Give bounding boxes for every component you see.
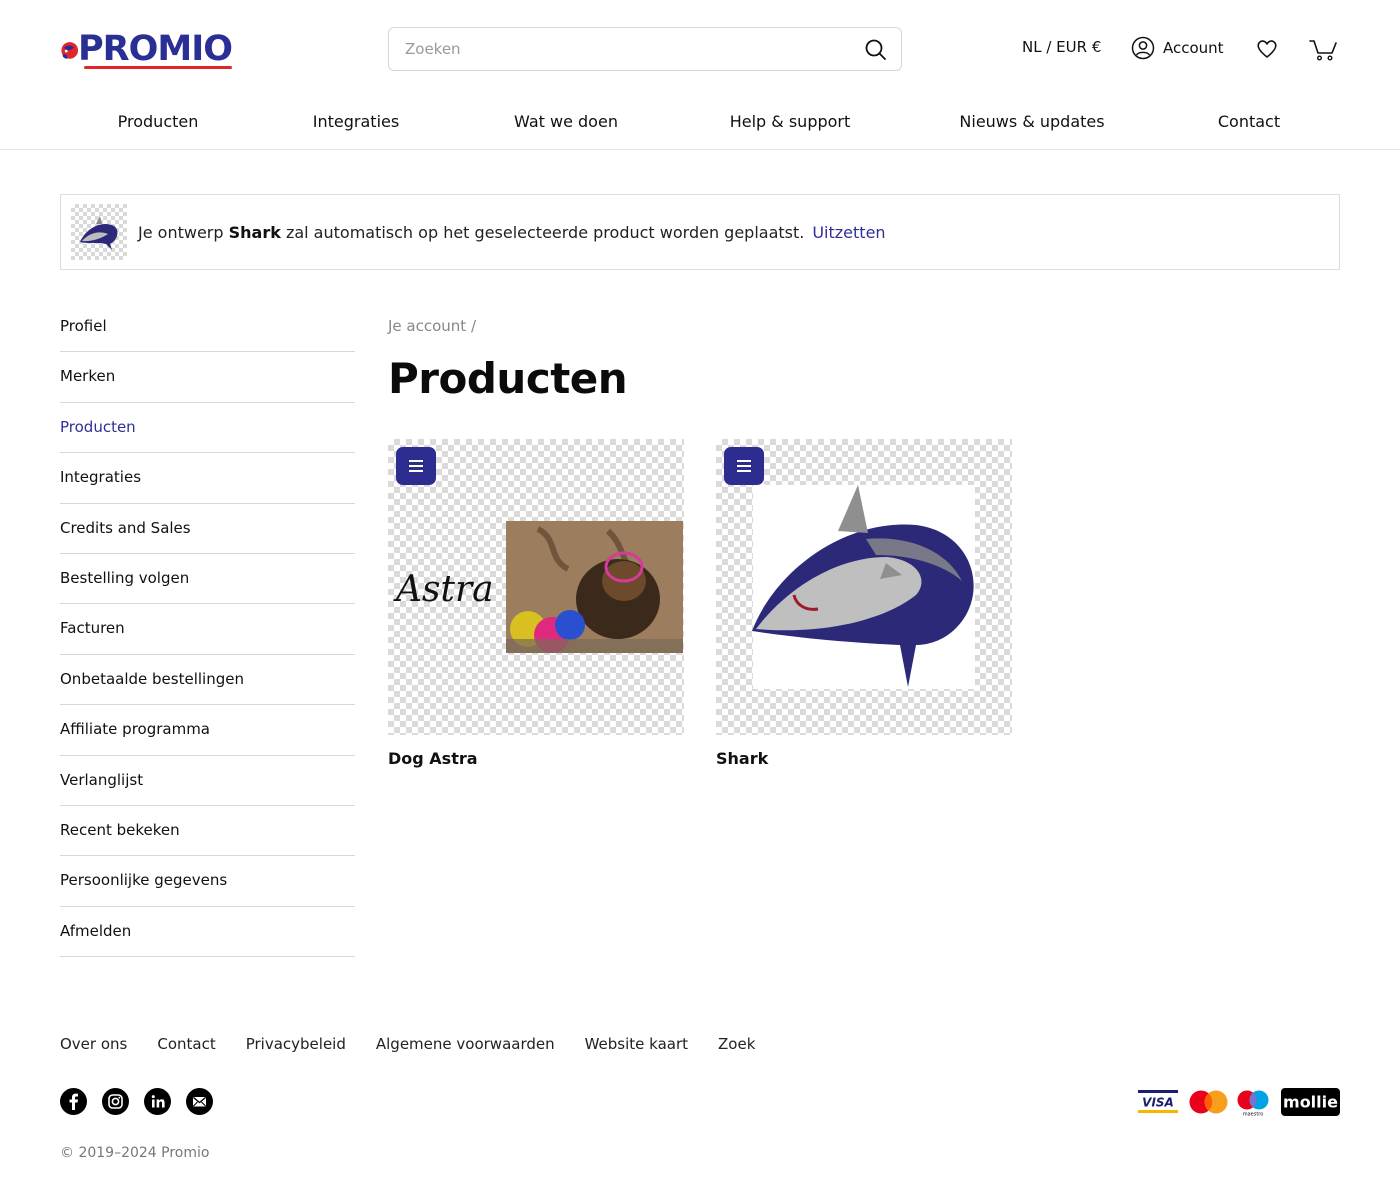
product-title[interactable]: Dog Astra: [388, 749, 684, 768]
nav-nieuws-updates[interactable]: Nieuws & updates: [959, 112, 1104, 131]
menu-icon: [737, 460, 751, 472]
menu-icon: [409, 460, 423, 472]
footer-link-zoek[interactable]: Zoek: [718, 1035, 755, 1053]
account-label: Account: [1163, 39, 1224, 57]
mollie-icon: mollie: [1281, 1088, 1340, 1116]
product-menu-button[interactable]: [396, 447, 436, 485]
sidebar-item-merken[interactable]: Merken: [60, 352, 355, 403]
heart-icon[interactable]: [1254, 36, 1280, 62]
maestro-icon: maestro: [1237, 1090, 1269, 1117]
cart-icon[interactable]: [1308, 35, 1338, 63]
footer-link-algemene-voorwaarden[interactable]: Algemene voorwaarden: [376, 1035, 555, 1053]
social-links: [60, 1088, 213, 1115]
email-icon[interactable]: [186, 1088, 213, 1115]
footer-link-contact[interactable]: Contact: [157, 1035, 215, 1053]
breadcrumb: Je account /: [388, 317, 476, 335]
instagram-icon[interactable]: [102, 1088, 129, 1115]
breadcrumb-separator: /: [470, 317, 477, 335]
footer-link-website-kaart[interactable]: Website kaart: [585, 1035, 688, 1053]
main-navigation: Producten Integraties Wat we doen Help &…: [0, 100, 1400, 150]
sidebar-item-persoonlijke-gegevens[interactable]: Persoonlijke gegevens: [60, 856, 355, 907]
sidebar-item-producten[interactable]: Producten: [60, 403, 355, 454]
product-image-dog-astra: Astra: [388, 439, 684, 735]
locale-currency-selector[interactable]: NL / EUR €: [1022, 38, 1101, 56]
notice-design-name: Shark: [228, 222, 281, 242]
design-placement-notice: Je ontwerp Shark zal automatisch op het …: [60, 194, 1340, 270]
payment-methods: VISA maestro mollie: [1138, 1088, 1340, 1117]
sidebar-item-profiel[interactable]: Profiel: [60, 302, 355, 353]
logo-text: PROMIO: [78, 29, 233, 69]
product-title[interactable]: Shark: [716, 749, 1012, 768]
sidebar-item-recent-bekeken[interactable]: Recent bekeken: [60, 806, 355, 857]
search-icon[interactable]: [863, 37, 889, 63]
svg-text:mollie: mollie: [1283, 1093, 1338, 1112]
sidebar-item-facturen[interactable]: Facturen: [60, 604, 355, 655]
promio-logo[interactable]: PROMIO: [60, 28, 233, 70]
nav-help-support[interactable]: Help & support: [730, 112, 851, 131]
turn-off-link[interactable]: Uitzetten: [812, 223, 885, 242]
sidebar-item-affiliate-programma[interactable]: Affiliate programma: [60, 705, 355, 756]
footer-links: Over ons Contact Privacybeleid Algemene …: [60, 1035, 785, 1053]
user-icon: [1131, 36, 1155, 60]
svg-text:VISA: VISA: [1142, 1096, 1174, 1110]
nav-producten[interactable]: Producten: [118, 112, 199, 131]
sidebar-item-credits-and-sales[interactable]: Credits and Sales: [60, 504, 355, 554]
breadcrumb-account-link[interactable]: Je account: [388, 317, 466, 335]
product-menu-button[interactable]: [724, 447, 764, 485]
linkedin-icon[interactable]: [144, 1088, 171, 1115]
design-thumbnail: [71, 204, 127, 260]
search-box: [388, 27, 902, 71]
footer-link-privacybeleid[interactable]: Privacybeleid: [246, 1035, 346, 1053]
logo-globe-icon: [61, 42, 79, 59]
page-title: Producten: [388, 354, 628, 403]
copyright: © 2019–2024 Promio: [60, 1145, 210, 1161]
facebook-icon[interactable]: [60, 1088, 87, 1115]
nav-contact[interactable]: Contact: [1218, 112, 1280, 131]
account-link[interactable]: Account: [1131, 36, 1224, 60]
sidebar-item-onbetaalde-bestellingen[interactable]: Onbetaalde bestellingen: [60, 655, 355, 706]
visa-icon: VISA: [1138, 1089, 1178, 1114]
account-sidebar: Profiel Merken Producten Integraties Cre…: [60, 302, 355, 958]
footer-link-over-ons[interactable]: Over ons: [60, 1035, 127, 1053]
product-card-shark[interactable]: Shark: [716, 439, 1012, 768]
astra-script-text: Astra: [393, 569, 494, 610]
nav-wat-we-doen[interactable]: Wat we doen: [514, 112, 618, 131]
sidebar-item-afmelden[interactable]: Afmelden: [60, 907, 355, 958]
sidebar-item-integraties[interactable]: Integraties: [60, 453, 355, 504]
shark-thumbnail-image: [80, 216, 118, 250]
product-image-shark: [716, 439, 1012, 735]
notice-message: Je ontwerp Shark zal automatisch op het …: [138, 222, 805, 242]
nav-integraties[interactable]: Integraties: [313, 112, 399, 131]
product-card-dog-astra[interactable]: Astra Dog Astra: [388, 439, 684, 768]
sidebar-item-verlanglijst[interactable]: Verlanglijst: [60, 756, 355, 806]
svg-text:maestro: maestro: [1243, 1112, 1264, 1117]
logo-underline: [84, 66, 232, 69]
mastercard-icon: [1189, 1090, 1228, 1114]
search-input[interactable]: [405, 28, 845, 70]
sidebar-item-bestelling-volgen[interactable]: Bestelling volgen: [60, 554, 355, 605]
